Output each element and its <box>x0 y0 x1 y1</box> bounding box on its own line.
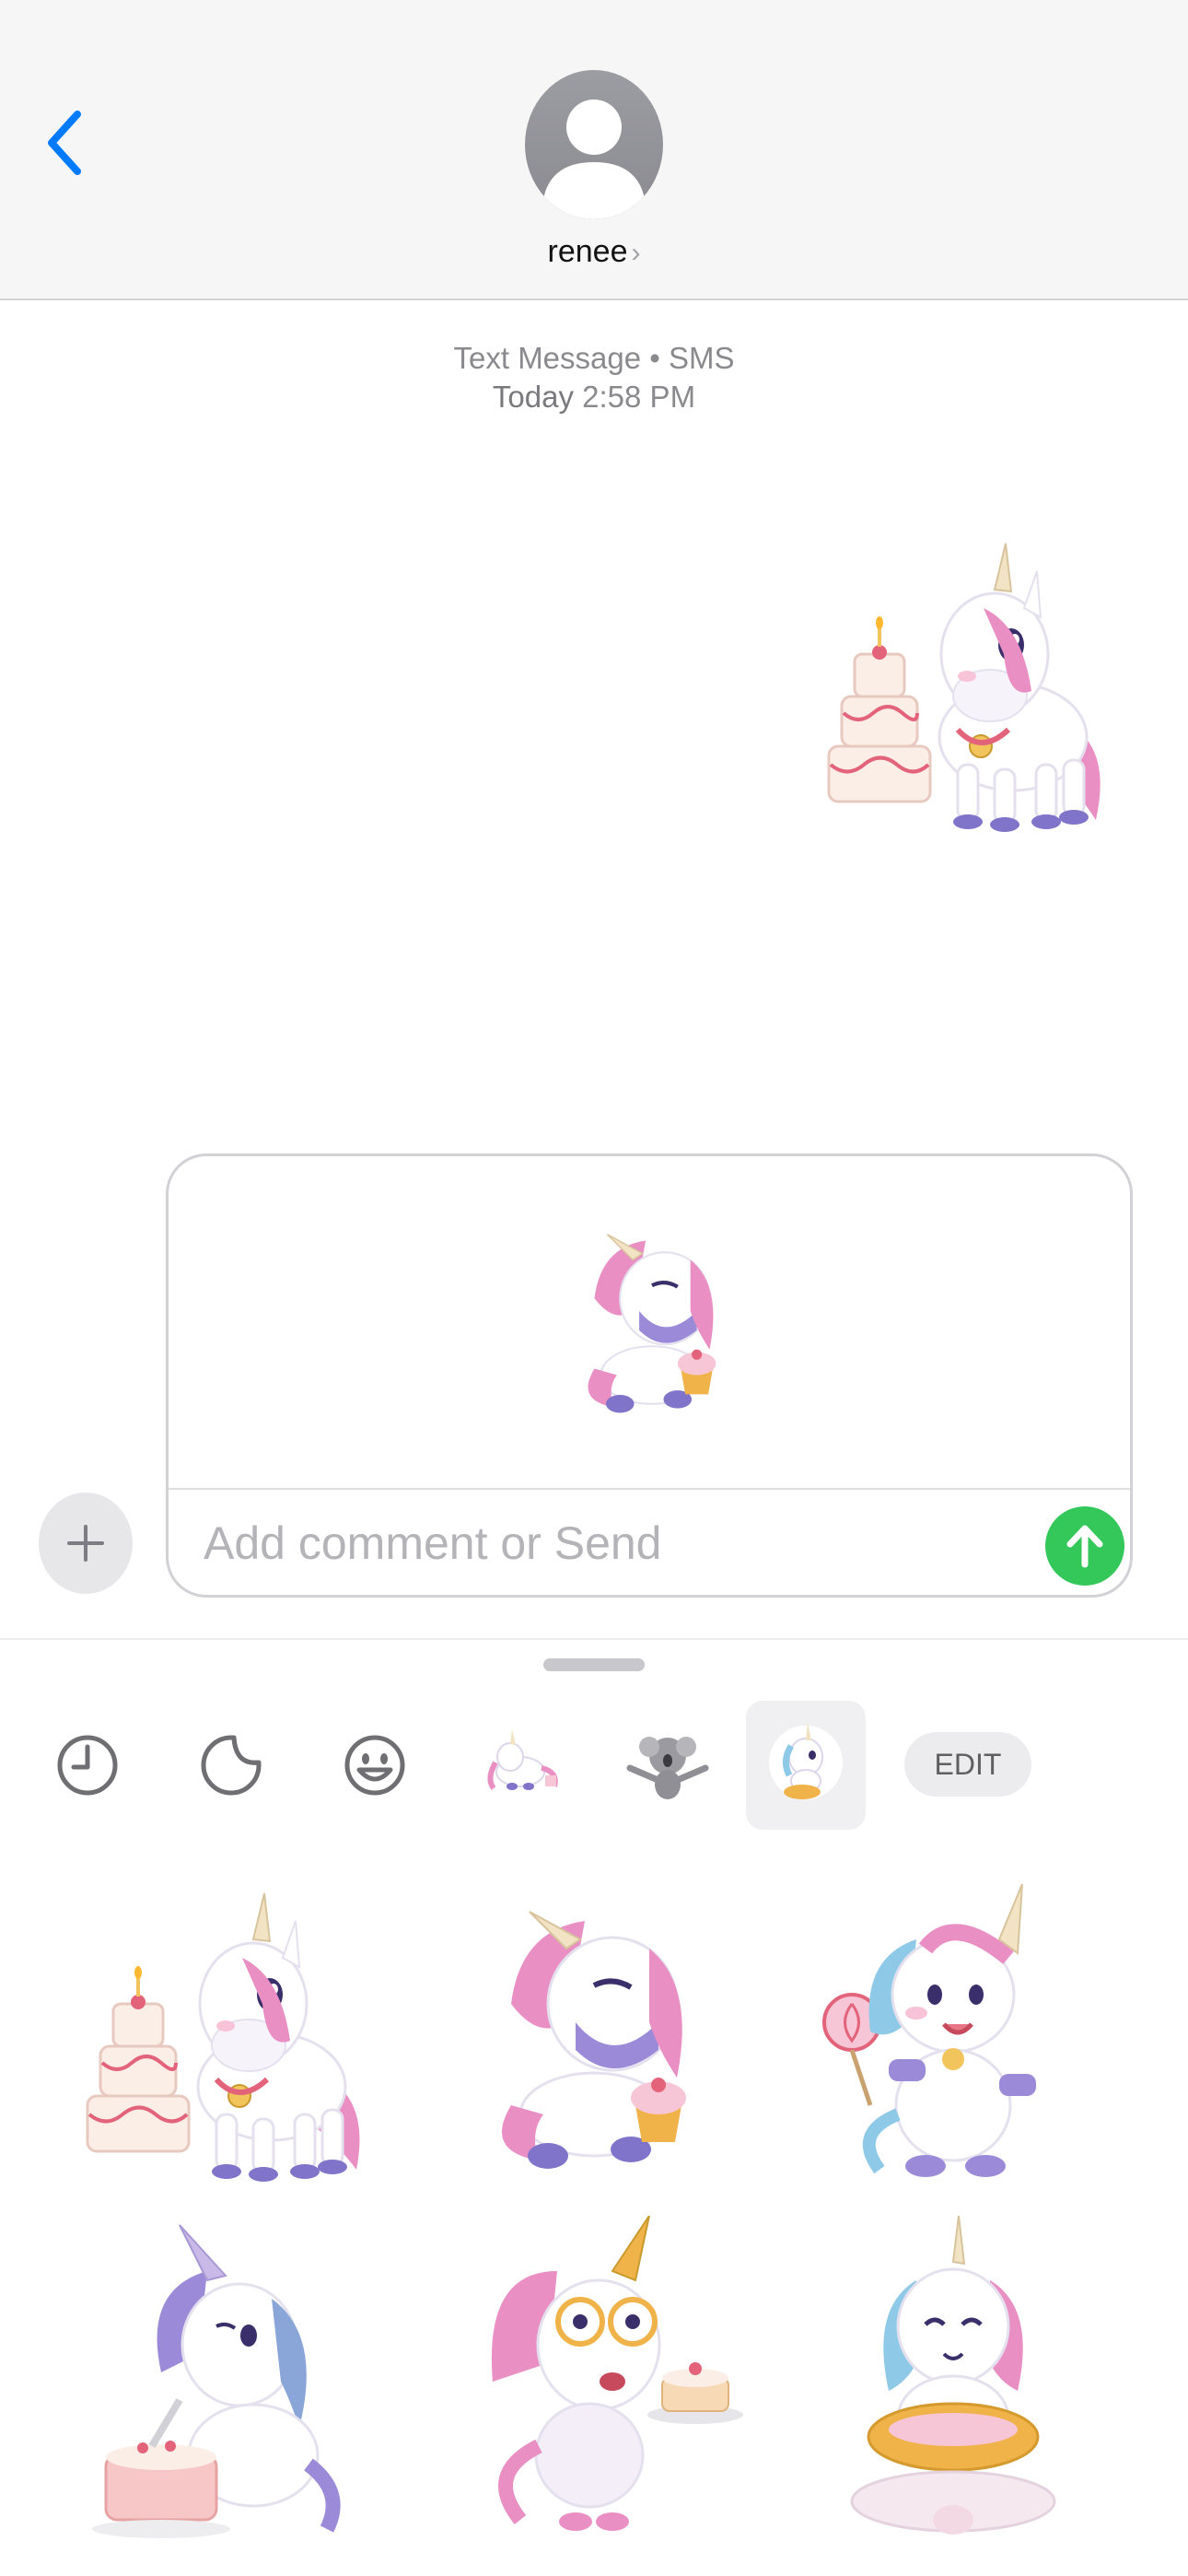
tab-recents[interactable] <box>37 1701 138 1830</box>
edit-stickers-button[interactable]: EDIT <box>904 1732 1031 1797</box>
message-timestamp: Today 2:58 PM <box>0 380 1188 415</box>
tab-koala-pack[interactable] <box>608 1701 728 1830</box>
sticker-cell[interactable] <box>414 2211 774 2552</box>
plus-icon <box>67 1525 104 1562</box>
koala-thumbnail <box>626 1737 709 1799</box>
unicorn-cutting-cake-sticker <box>92 2224 341 2538</box>
sticker-drawer: EDIT <box>0 1638 1188 2576</box>
chevron-left-icon <box>48 111 81 175</box>
unicorn-meditating-sticker <box>850 2216 1056 2535</box>
sticker-peel-icon <box>201 1735 262 1796</box>
contact-avatar[interactable] <box>525 70 663 219</box>
sticker-grid <box>55 1861 1133 2561</box>
sticker-cell[interactable] <box>774 2211 1133 2552</box>
sticker-cell[interactable] <box>55 1861 414 2202</box>
unicorn-with-cake-sticker <box>827 542 1101 834</box>
chevron-right-icon: › <box>631 238 641 268</box>
compose-box <box>166 1153 1133 1598</box>
tab-stickers[interactable] <box>181 1701 282 1830</box>
drawer-grabber[interactable] <box>543 1658 645 1671</box>
apps-plus-button[interactable] <box>39 1493 133 1594</box>
contact-name: renee <box>547 234 628 269</box>
message-input[interactable] <box>204 1506 1014 1580</box>
sticker-cell[interactable] <box>774 1861 1133 2202</box>
unicorn-with-cupcake-sticker <box>588 1234 716 1413</box>
unicorn-thumbnail <box>769 1722 843 1799</box>
sticker-cell[interactable] <box>55 2211 414 2552</box>
message-time: 2:58 PM <box>582 380 696 414</box>
smiley-icon <box>344 1735 405 1796</box>
send-button[interactable] <box>1045 1506 1124 1586</box>
flying-unicorn-thumbnail <box>487 1729 558 1790</box>
contact-name-button[interactable]: renee › <box>0 234 1188 270</box>
tab-emoji[interactable] <box>324 1701 425 1830</box>
service-label: Text Message • SMS <box>453 341 735 375</box>
unicorn-with-lollipop-sticker <box>822 1883 1036 2177</box>
sticker-tab-bar: EDIT <box>0 1701 1188 1856</box>
staged-sticker-preview[interactable] <box>537 1184 767 1451</box>
sticker-cell[interactable] <box>414 1861 774 2202</box>
back-button[interactable] <box>37 101 92 184</box>
person-silhouette-icon <box>543 100 645 219</box>
conversation-header: renee › <box>0 0 1188 300</box>
tab-unicorn-pack-1[interactable] <box>460 1701 580 1830</box>
sent-sticker-message[interactable] <box>820 516 1124 848</box>
arrow-up-icon <box>1066 1525 1103 1568</box>
unicorn-with-cake-sticker <box>86 1891 360 2184</box>
compose-divider <box>169 1488 1130 1490</box>
date-prefix: Today <box>492 380 574 414</box>
tab-unicorn-pack-2[interactable] <box>746 1701 866 1830</box>
unicorn-with-cupcake-sticker <box>502 1911 686 2169</box>
unicorn-with-glasses-sticker <box>491 2216 743 2531</box>
clock-icon <box>57 1735 118 1796</box>
